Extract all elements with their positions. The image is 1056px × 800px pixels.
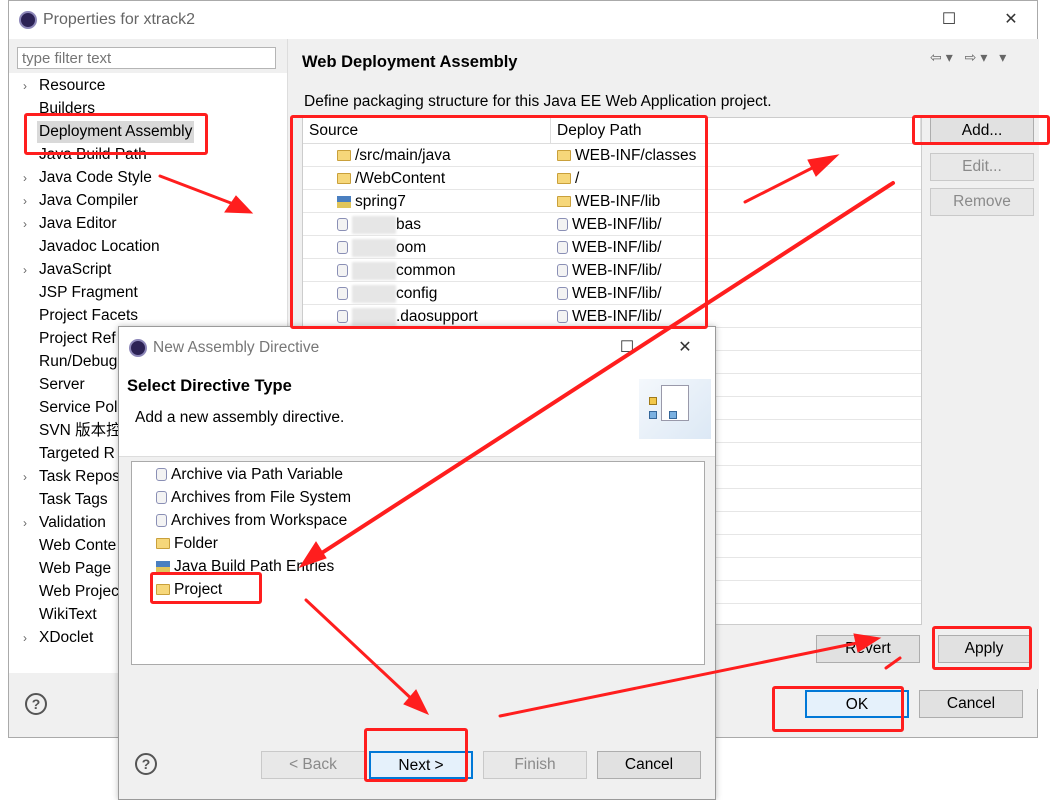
directive-type-label: Folder (174, 535, 218, 552)
remove-button[interactable]: Remove (930, 188, 1034, 216)
back-button[interactable]: < Back (261, 751, 365, 779)
highlight-ok-button (772, 686, 904, 732)
properties-titlebar: Properties for xtrack2 ☐ ✕ (9, 1, 1037, 39)
window-title: Properties for xtrack2 (43, 11, 196, 28)
filter-input[interactable] (17, 47, 276, 69)
directive-type-item[interactable]: Archive via Path Variable (156, 464, 343, 486)
directive-type-label: Archive via Path Variable (171, 466, 344, 483)
jar-icon (156, 491, 167, 505)
dialog-heading: Select Directive Type (127, 377, 292, 395)
tree-item[interactable]: Task Tags (39, 489, 108, 511)
tree-item[interactable]: Web Page (39, 558, 111, 580)
tree-item[interactable]: WikiText (39, 604, 97, 626)
jar-icon (156, 468, 167, 482)
page-description: Define packaging structure for this Java… (304, 93, 772, 110)
tree-expand-icon[interactable]: › (23, 167, 35, 189)
tree-expand-icon[interactable]: › (23, 190, 35, 212)
cancel-button[interactable]: Cancel (919, 690, 1023, 718)
tree-item[interactable]: XDoclet (39, 627, 93, 649)
tree-item[interactable]: Server (39, 374, 85, 396)
folder-icon (156, 538, 170, 550)
wizard-banner-icon (639, 379, 711, 439)
tree-item[interactable]: Java Compiler (39, 190, 138, 212)
tree-item[interactable]: Java Code Style (39, 167, 152, 189)
highlight-apply-button (932, 626, 1032, 670)
help-icon[interactable]: ? (135, 753, 157, 775)
tree-expand-icon[interactable]: › (23, 75, 35, 97)
tree-item[interactable]: Run/Debug (39, 351, 117, 373)
tree-item[interactable]: Project Facets (39, 305, 138, 327)
directive-type-item[interactable]: Folder (156, 533, 218, 555)
history-nav-icon[interactable]: ⇦▾ ⇨▾ ▾ (930, 49, 1010, 66)
eclipse-icon (19, 11, 37, 29)
tree-expand-icon[interactable]: › (23, 627, 35, 649)
edit-button[interactable]: Edit... (930, 153, 1034, 181)
directive-type-item[interactable]: Archives from File System (156, 487, 351, 509)
tree-item[interactable]: SVN 版本控 (39, 420, 122, 442)
tree-item[interactable]: Java Editor (39, 213, 117, 235)
tree-expand-icon[interactable]: › (23, 512, 35, 534)
maximize-icon[interactable]: ☐ (607, 335, 647, 361)
close-icon[interactable]: ✕ (991, 7, 1031, 33)
tree-item[interactable]: Resource (39, 75, 105, 97)
highlight-assembly-table (290, 115, 708, 329)
help-icon[interactable]: ? (25, 693, 47, 715)
tree-item[interactable]: Targeted R (39, 443, 115, 465)
cancel-button[interactable]: Cancel (597, 751, 701, 779)
tree-item[interactable]: Web Conte (39, 535, 116, 557)
dialog-titlebar: New Assembly Directive ☐ ✕ (119, 327, 715, 369)
tree-item[interactable]: JavaScript (39, 259, 111, 281)
close-icon[interactable]: ✕ (665, 335, 705, 361)
tree-expand-icon[interactable]: › (23, 259, 35, 281)
dialog-title: New Assembly Directive (153, 339, 320, 356)
tree-expand-icon[interactable]: › (23, 466, 35, 488)
highlight-project-item (150, 572, 262, 604)
highlight-add-button (912, 115, 1050, 145)
tree-item[interactable]: Project Ref (39, 328, 116, 350)
directive-type-label: Archives from File System (171, 489, 352, 506)
directive-type-label: Archives from Workspace (171, 512, 348, 529)
revert-button[interactable]: Revert (816, 635, 920, 663)
directive-type-list: Archive via Path Variable Archives from F… (131, 461, 705, 665)
tree-expand-icon[interactable]: › (23, 213, 35, 235)
jar-icon (156, 514, 167, 528)
highlight-deployment-assembly (24, 113, 208, 155)
dialog-subtitle: Add a new assembly directive. (135, 409, 345, 426)
tree-item[interactable]: Validation (39, 512, 106, 534)
highlight-next-button (364, 728, 468, 782)
maximize-icon[interactable]: ☐ (929, 7, 969, 33)
finish-button[interactable]: Finish (483, 751, 587, 779)
tree-item[interactable]: Javadoc Location (39, 236, 160, 258)
tree-item[interactable]: Task Repos (39, 466, 120, 488)
eclipse-icon (129, 339, 147, 357)
tree-item[interactable]: Web Projec (39, 581, 119, 603)
page-title: Web Deployment Assembly (302, 53, 518, 71)
directive-type-item[interactable]: Archives from Workspace (156, 510, 347, 532)
dialog-header: Select Directive Type Add a new assembly… (119, 369, 715, 457)
tree-item[interactable]: JSP Fragment (39, 282, 138, 304)
tree-item[interactable]: Service Pol (39, 397, 117, 419)
